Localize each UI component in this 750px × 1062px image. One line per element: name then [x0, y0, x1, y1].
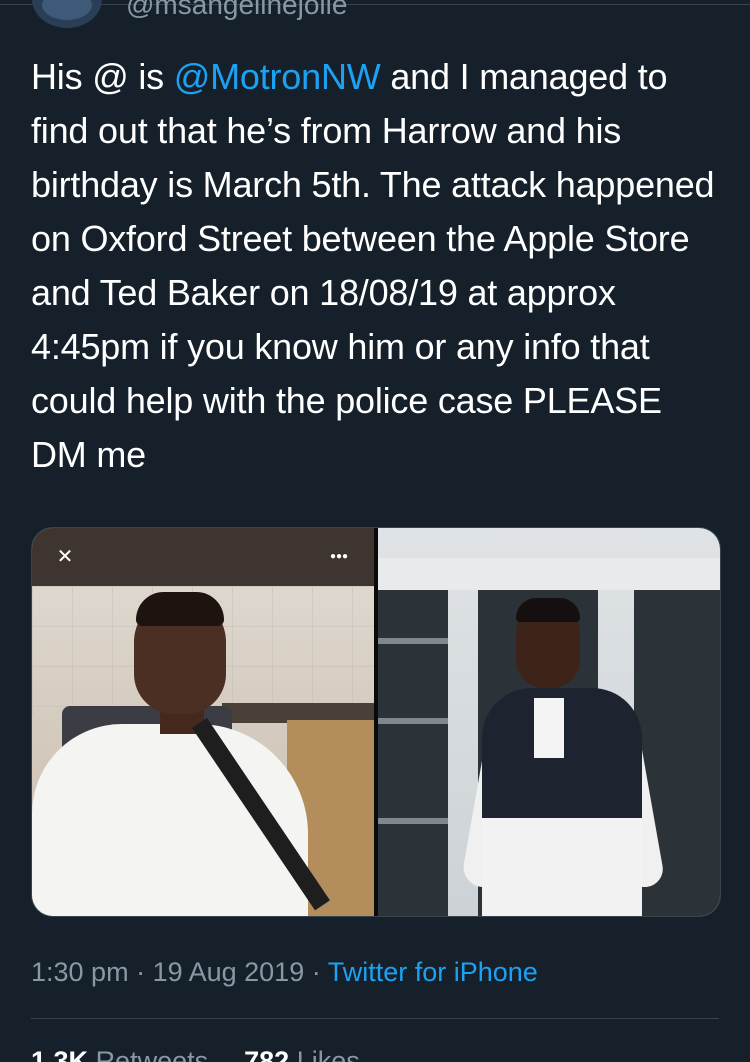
media-photo-right[interactable] [378, 528, 720, 916]
close-icon: ✕ [56, 546, 74, 568]
tweet-media[interactable]: ✕ ●●● [31, 527, 721, 917]
photo-door-frame [378, 558, 720, 590]
tweet-text: His @ is @MotronNW and I managed to find… [31, 50, 721, 482]
tweet-source-link[interactable]: Twitter for iPhone [328, 957, 538, 987]
photo-shelf [378, 638, 448, 644]
photo-hair [516, 598, 580, 622]
meta-divider [31, 1018, 719, 1019]
tweet-date: 19 Aug 2019 [152, 957, 305, 987]
photo-shelf [378, 818, 448, 824]
more-icon: ●●● [329, 551, 349, 562]
tweet-meta: 1:30 pm · 19 Aug 2019 · Twitter for iPho… [31, 952, 538, 992]
photo-hair [136, 592, 224, 626]
tweet-stats: 1.3K Retweets 782 Likes [31, 1044, 360, 1062]
likes-count: 782 [244, 1046, 290, 1062]
likes-stat[interactable]: 782 Likes [244, 1046, 360, 1062]
mention-link[interactable]: @MotronNW [174, 56, 381, 97]
author-avatar[interactable] [32, 0, 102, 28]
retweets-label: Retweets [95, 1046, 209, 1062]
meta-separator: · [128, 957, 153, 987]
tweet-text-part: and I managed to find out that he’s from… [31, 56, 715, 475]
retweets-stat[interactable]: 1.3K Retweets [31, 1046, 208, 1062]
top-divider [0, 4, 750, 5]
photo-shelf [378, 718, 448, 724]
tweet-time: 1:30 pm [31, 957, 129, 987]
photo-collar [534, 698, 564, 758]
media-photo-left[interactable]: ✕ ●●● [32, 528, 374, 916]
author-handle[interactable]: @msangelinejolie [126, 0, 347, 22]
likes-label: Likes [296, 1046, 360, 1062]
retweets-count: 1.3K [31, 1046, 89, 1062]
photo-top-bar [32, 528, 374, 586]
meta-separator: · [304, 957, 328, 987]
photo-jacket-bottom [482, 818, 642, 916]
tweet-text-part: His @ is [31, 56, 174, 97]
tweet-detail-screen: @msangelinejolie His @ is @MotronNW and … [0, 0, 750, 1062]
